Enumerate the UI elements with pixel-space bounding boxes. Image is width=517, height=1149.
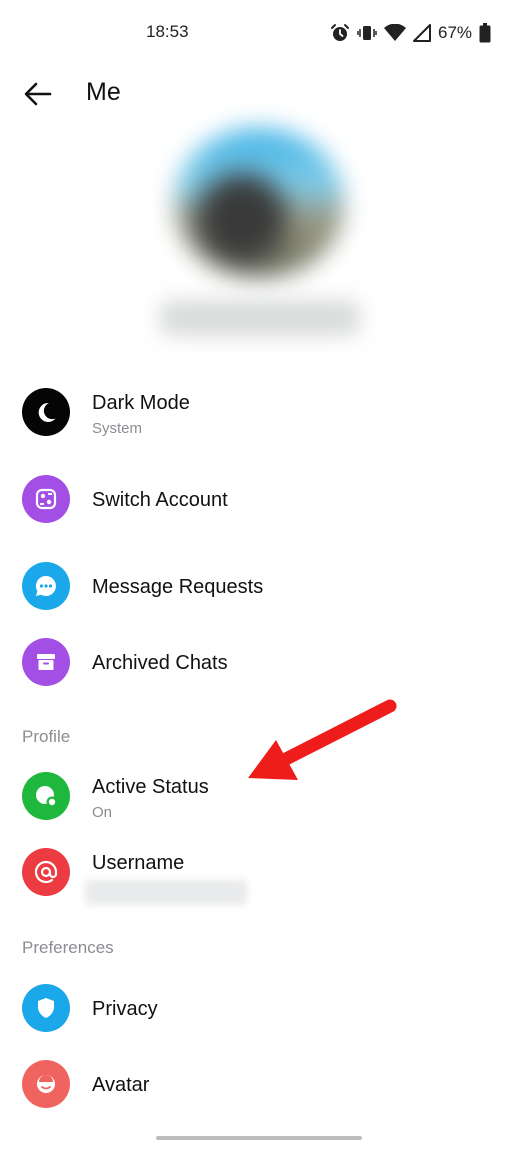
signal-icon xyxy=(413,24,431,42)
switch-account-icon xyxy=(22,475,70,523)
dark-mode-label: Dark Mode xyxy=(92,392,190,414)
switch-account-row[interactable]: Switch Account xyxy=(0,465,517,535)
dark-mode-row[interactable]: Dark Mode System xyxy=(0,378,517,448)
profile-avatar[interactable] xyxy=(174,128,344,278)
back-arrow-icon xyxy=(24,82,52,106)
page-title: Me xyxy=(86,78,121,106)
username-value-redacted xyxy=(85,880,247,905)
status-icons: 67% xyxy=(330,22,491,44)
vibrate-icon xyxy=(357,26,377,40)
moon-icon xyxy=(22,388,70,436)
section-title-preferences: Preferences xyxy=(22,938,114,957)
battery-icon xyxy=(479,23,491,43)
alarm-icon xyxy=(331,24,349,41)
username-label: Username xyxy=(92,852,185,874)
home-indicator[interactable] xyxy=(156,1136,362,1140)
chat-bubble-icon xyxy=(22,562,70,610)
wifi-icon xyxy=(384,24,406,41)
active-status-label: Active Status xyxy=(92,776,209,798)
profile-name-redacted xyxy=(160,300,360,336)
avatar-label: Avatar xyxy=(92,1074,150,1096)
message-requests-row[interactable]: Message Requests xyxy=(0,552,517,622)
section-title-profile: Profile xyxy=(22,727,71,746)
shield-icon xyxy=(22,984,70,1032)
active-status-icon xyxy=(22,772,70,820)
red-annotation-arrow xyxy=(248,699,397,780)
archived-chats-label: Archived Chats xyxy=(92,652,228,674)
username-row[interactable]: Username xyxy=(0,838,517,908)
at-sign-icon xyxy=(22,848,70,896)
switch-account-label: Switch Account xyxy=(92,489,228,511)
dark-mode-value: System xyxy=(92,420,143,437)
back-button[interactable] xyxy=(22,78,54,110)
privacy-row[interactable]: Privacy xyxy=(0,974,517,1044)
privacy-label: Privacy xyxy=(92,998,158,1020)
archived-chats-row[interactable]: Archived Chats xyxy=(0,628,517,698)
avatar-row[interactable]: Avatar xyxy=(0,1050,517,1120)
message-requests-label: Message Requests xyxy=(92,576,264,598)
battery-percent: 67% xyxy=(438,23,473,42)
archive-box-icon xyxy=(22,638,70,686)
active-status-value: On xyxy=(92,804,113,821)
avatar-face-icon xyxy=(22,1060,70,1108)
status-time: 18:53 xyxy=(146,22,189,41)
